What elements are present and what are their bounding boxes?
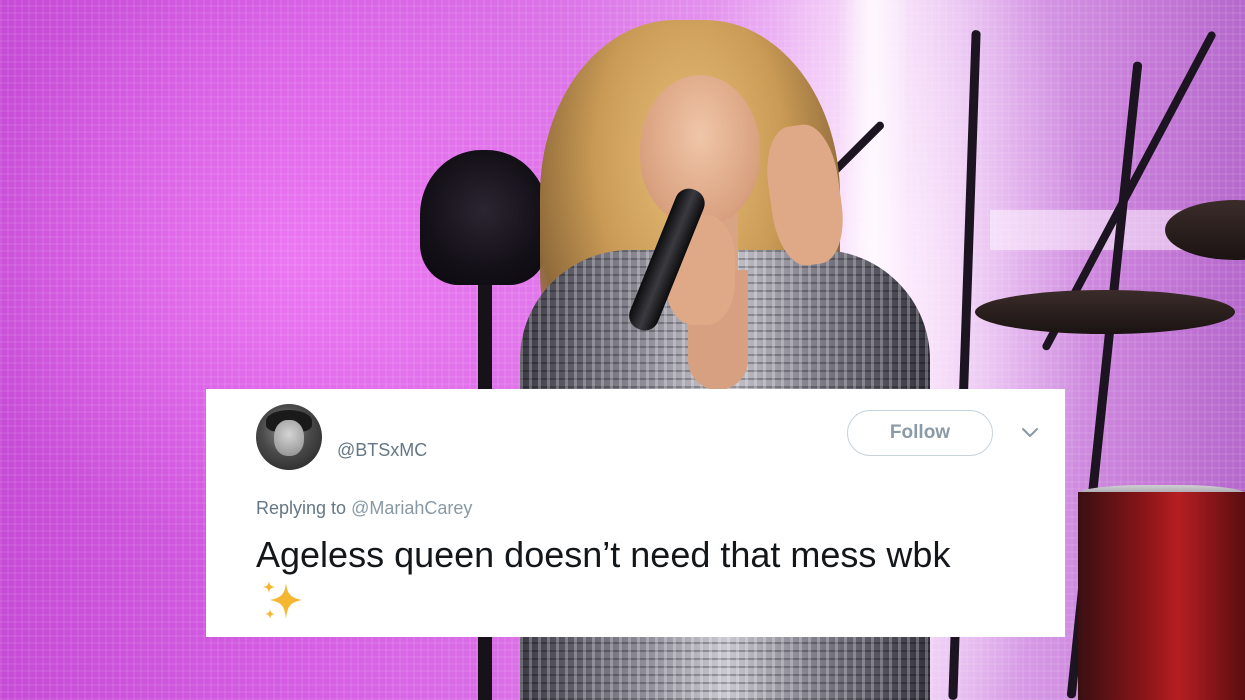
avatar-face (274, 420, 304, 456)
user-handle[interactable]: @BTSxMC (337, 440, 427, 461)
replying-to-line: Replying to @MariahCarey (256, 498, 472, 519)
sparkles-icon (263, 581, 302, 619)
tweet-text: Ageless queen doesn’t need that mess wbk (256, 534, 951, 575)
mention-link[interactable]: @MariahCarey (351, 498, 472, 518)
follow-button[interactable]: Follow (847, 410, 993, 456)
avatar[interactable] (256, 404, 322, 470)
cymbal (975, 290, 1235, 334)
chevron-down-icon[interactable] (1020, 426, 1040, 440)
drum (1078, 492, 1245, 700)
screenshot-canvas: @BTSxMC Follow Replying to @MariahCarey … (0, 0, 1245, 700)
tweet-card: @BTSxMC Follow Replying to @MariahCarey … (206, 389, 1065, 637)
stage-lamp (420, 150, 548, 285)
replying-to-label: Replying to (256, 498, 347, 518)
